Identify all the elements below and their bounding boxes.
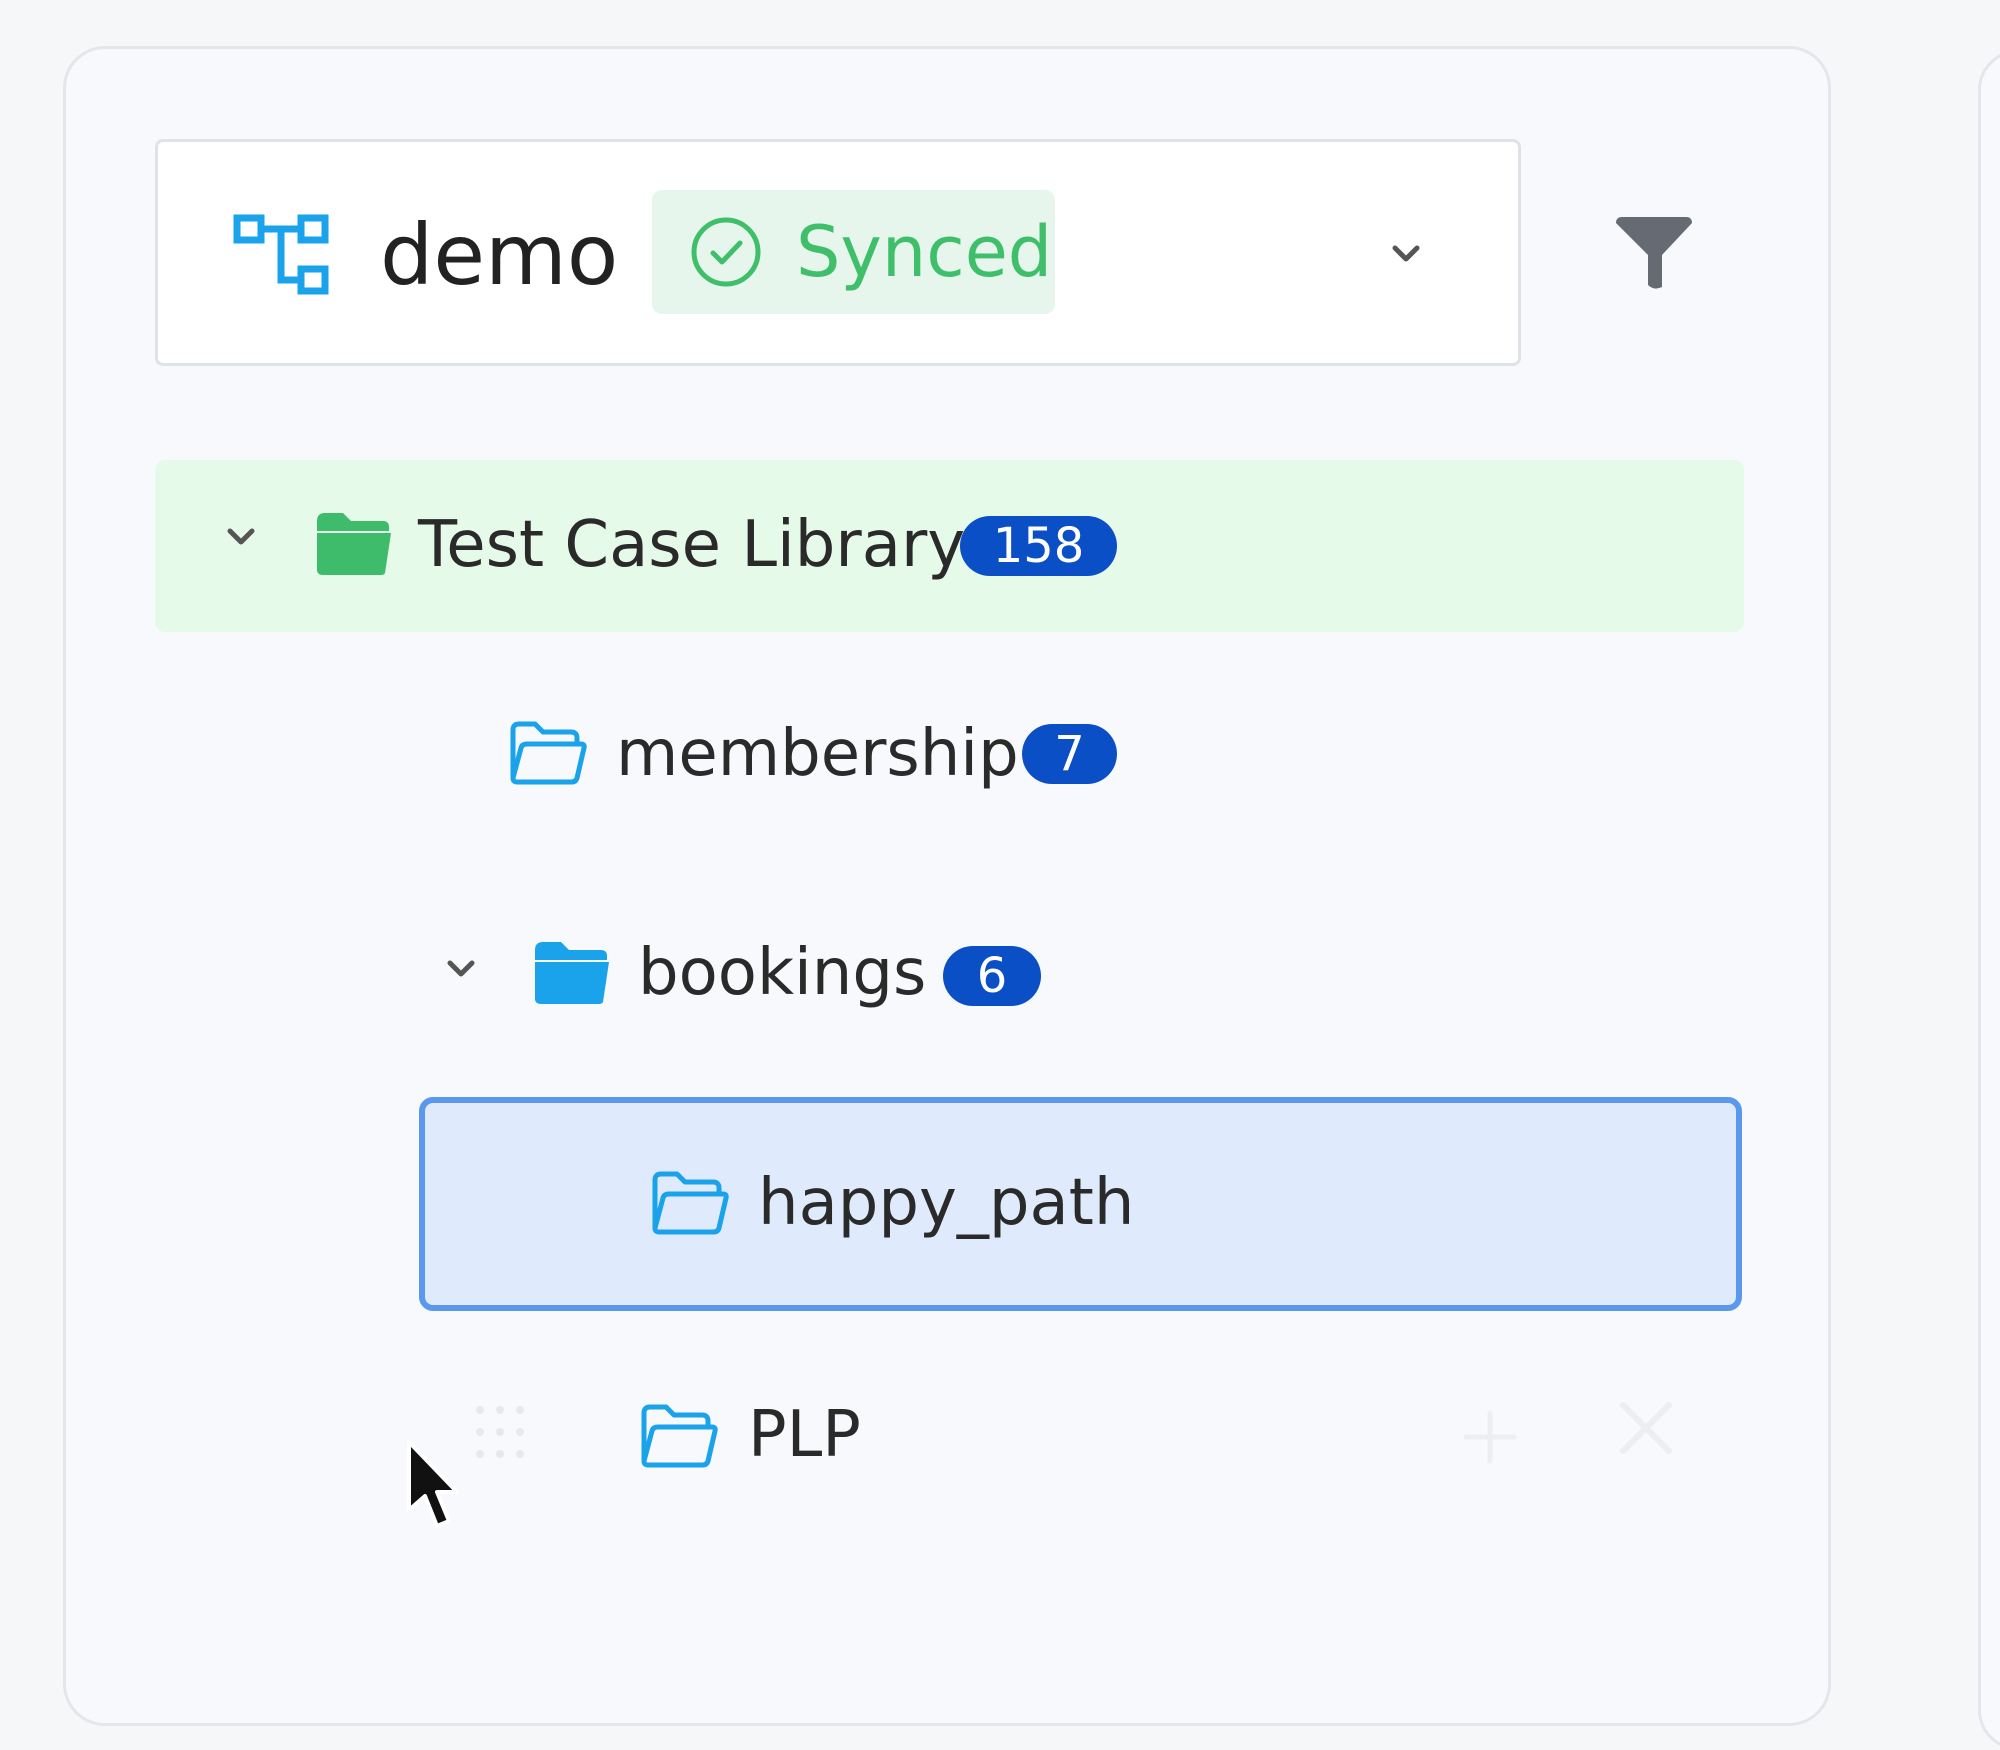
plus-icon[interactable]	[1462, 1409, 1518, 1465]
project-tree-icon	[233, 214, 329, 295]
drag-handle-icon[interactable]	[470, 1402, 530, 1462]
tree-item-label: happy_path	[758, 1166, 1135, 1240]
filter-icon[interactable]	[1612, 215, 1696, 291]
count-badge: 6	[943, 946, 1041, 1006]
tree-item-label: membership	[616, 717, 1019, 791]
tree-item-label: PLP	[748, 1398, 861, 1472]
chevron-down-icon[interactable]	[224, 520, 258, 554]
count-badge: 7	[1022, 724, 1117, 784]
close-icon[interactable]	[1617, 1399, 1675, 1457]
folder-icon	[641, 1404, 718, 1468]
folder-open-icon	[317, 513, 391, 575]
sync-status-badge: Synced	[652, 190, 1055, 314]
folder-icon	[510, 721, 587, 785]
tree-item-bookings[interactable]	[430, 920, 1740, 1040]
sync-status-text: Synced	[796, 211, 1053, 293]
tree-item-label: Test Case Library	[418, 508, 966, 582]
folder-open-icon	[535, 942, 609, 1004]
tree-item-plp[interactable]	[430, 1380, 1740, 1500]
check-circle-icon	[691, 217, 761, 287]
adjacent-panel-edge	[1978, 50, 2000, 1750]
chevron-down-icon[interactable]	[1389, 237, 1423, 271]
project-name: demo	[380, 206, 619, 304]
chevron-down-icon[interactable]	[444, 952, 478, 986]
count-badge: 158	[960, 516, 1117, 576]
folder-icon	[652, 1171, 729, 1235]
tree-item-label: bookings	[638, 936, 927, 1010]
mouse-cursor-icon	[407, 1440, 459, 1528]
